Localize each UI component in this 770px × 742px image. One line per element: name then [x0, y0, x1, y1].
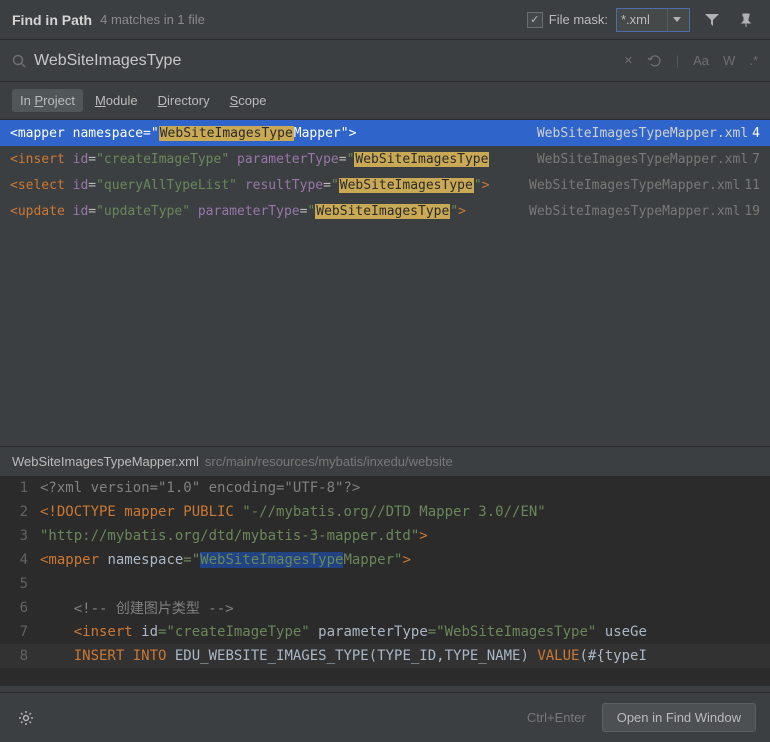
result-file: WebSiteImagesTypeMapper.xml: [529, 178, 740, 193]
match-count: 4 matches in 1 file: [100, 12, 205, 27]
regex-icon[interactable]: .*: [749, 53, 758, 68]
result-row[interactable]: <mapper namespace="WebSiteImagesTypeMapp…: [0, 120, 770, 146]
filter-icon[interactable]: [700, 8, 724, 32]
tab-scope[interactable]: Scope: [222, 89, 275, 112]
result-line: 11: [744, 178, 760, 193]
open-in-find-window-button[interactable]: Open in Find Window: [602, 703, 756, 732]
result-row[interactable]: <select id="queryAllTypeList" resultType…: [0, 172, 770, 198]
settings-icon[interactable]: [14, 706, 38, 730]
preview-filename: WebSiteImagesTypeMapper.xml: [12, 454, 199, 469]
result-line: 19: [744, 204, 760, 219]
tab-module[interactable]: Module: [87, 89, 146, 112]
filemask-label: File mask:: [549, 12, 608, 27]
filemask-checkbox[interactable]: ✓: [527, 12, 543, 28]
results-list: <mapper namespace="WebSiteImagesTypeMapp…: [0, 120, 770, 446]
match-case-icon[interactable]: Aa: [693, 53, 709, 68]
preview-editor[interactable]: 1<?xml version="1.0" encoding="UTF-8"?> …: [0, 476, 770, 686]
search-icon: [12, 54, 26, 68]
result-line: 7: [752, 152, 760, 167]
tab-directory[interactable]: Directory: [150, 89, 218, 112]
result-file: WebSiteImagesTypeMapper.xml: [537, 152, 748, 167]
result-row[interactable]: <update id="updateType" parameterType="W…: [0, 198, 770, 224]
result-row[interactable]: <insert id="createImageType" parameterTy…: [0, 146, 770, 172]
filemask-input[interactable]: [621, 12, 665, 27]
result-file: WebSiteImagesTypeMapper.xml: [537, 126, 748, 141]
shortcut-hint: Ctrl+Enter: [527, 710, 586, 725]
dialog-title: Find in Path: [12, 12, 92, 28]
words-icon[interactable]: W: [723, 53, 735, 68]
filemask-input-wrapper[interactable]: [616, 8, 690, 32]
pin-icon[interactable]: [734, 8, 758, 32]
clear-icon[interactable]: ×: [624, 52, 633, 69]
search-input[interactable]: [34, 52, 624, 70]
result-file: WebSiteImagesTypeMapper.xml: [529, 204, 740, 219]
history-icon[interactable]: [647, 54, 662, 68]
result-line: 4: [752, 126, 760, 141]
preview-path: src/main/resources/mybatis/inxedu/websit…: [205, 454, 453, 469]
filemask-dropdown[interactable]: [667, 9, 685, 31]
tab-in-project[interactable]: In Project: [12, 89, 83, 112]
